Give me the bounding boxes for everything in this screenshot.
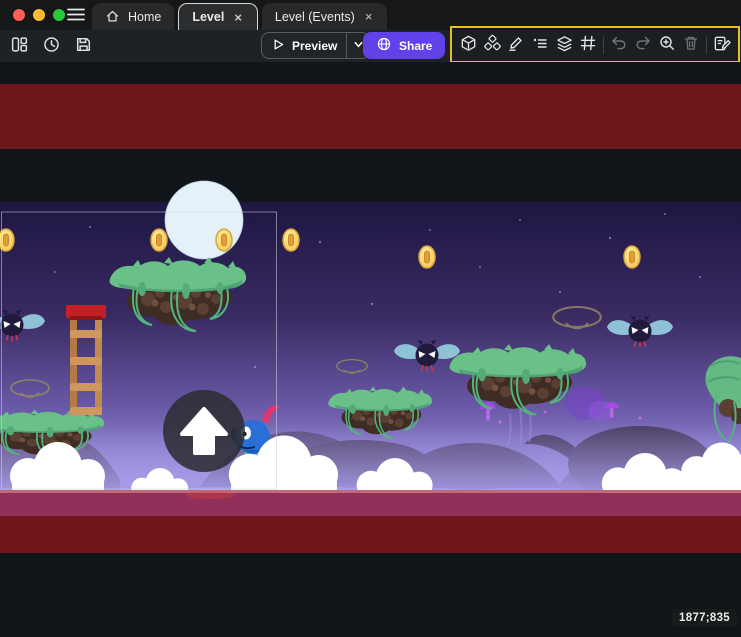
toolbar-left-group [7,34,96,59]
background-bands-bottom[interactable] [0,490,741,553]
layout-panels-icon [10,35,29,57]
instances-list-button[interactable] [528,32,552,57]
save-icon [74,35,93,57]
layers-button[interactable] [552,32,576,57]
tab-home[interactable]: Home [92,3,174,30]
tab-bar: Home Level × Level (Events) × [92,0,387,30]
hamburger-icon [66,6,86,26]
coin[interactable] [283,229,299,251]
tab-label: Level (Events) [275,10,355,24]
objects-panel-button[interactable] [480,32,504,57]
history-icon [42,35,61,57]
tab-level-events[interactable]: Level (Events) × [262,3,388,30]
home-icon [105,9,120,24]
edit-tool-button[interactable] [504,32,528,57]
objects-cluster-icon [483,34,502,56]
traffic-lights [13,9,65,21]
tab-label: Level [192,10,224,24]
zoom-button[interactable] [655,32,679,57]
toolbar-separator [603,36,604,54]
redo-button[interactable] [631,32,655,57]
coin[interactable] [151,229,167,251]
minimize-window-button[interactable] [33,9,45,21]
arrow-control-button[interactable] [163,390,245,472]
grid-button[interactable] [576,32,600,57]
scene-tools-highlighted-group [450,26,740,63]
zoom-in-icon [658,34,676,55]
tab-label: Home [128,10,161,24]
history-button[interactable] [39,34,64,59]
layers-icon [555,34,574,56]
scene-editor-canvas[interactable]: 1877;835 [0,62,741,637]
preview-button[interactable]: Preview [262,33,346,58]
save-button[interactable] [71,34,96,59]
layout-panels-button[interactable] [7,34,32,59]
instances-list-icon [531,34,549,55]
close-window-button[interactable] [13,9,25,21]
edit-scene-button[interactable] [710,32,734,57]
game-scene[interactable] [0,62,741,637]
preview-split-button: Preview [261,32,370,59]
edit-scene-icon [713,34,732,56]
close-icon[interactable]: × [232,10,244,25]
moon[interactable] [165,181,243,259]
toolbar-separator [706,36,707,54]
cursor-coordinates-badge: 1877;835 [672,609,737,627]
undo-icon [610,34,628,55]
main-menu-button[interactable] [64,6,88,26]
coin[interactable] [624,246,640,268]
add-object-button[interactable] [456,32,480,57]
coin[interactable] [0,229,14,251]
background-band-red-top[interactable] [0,84,741,149]
redo-icon [634,34,652,55]
coin[interactable] [216,229,232,251]
share-button[interactable]: Share [363,32,445,59]
globe-icon [376,36,392,55]
pencil-icon [507,34,525,55]
editor-toolbar: Preview Share [0,30,741,62]
undo-button[interactable] [607,32,631,57]
coin[interactable] [419,246,435,268]
delete-button[interactable] [679,32,703,57]
trash-icon [682,34,700,55]
app-window: Home Level × Level (Events) × Preview [0,0,741,637]
play-icon [271,37,286,55]
cube-3d-icon [459,34,478,56]
close-icon[interactable]: × [363,9,375,24]
tab-level[interactable]: Level × [178,3,258,30]
preview-label: Preview [292,39,337,53]
grid-icon [579,34,597,55]
share-label: Share [399,39,432,53]
